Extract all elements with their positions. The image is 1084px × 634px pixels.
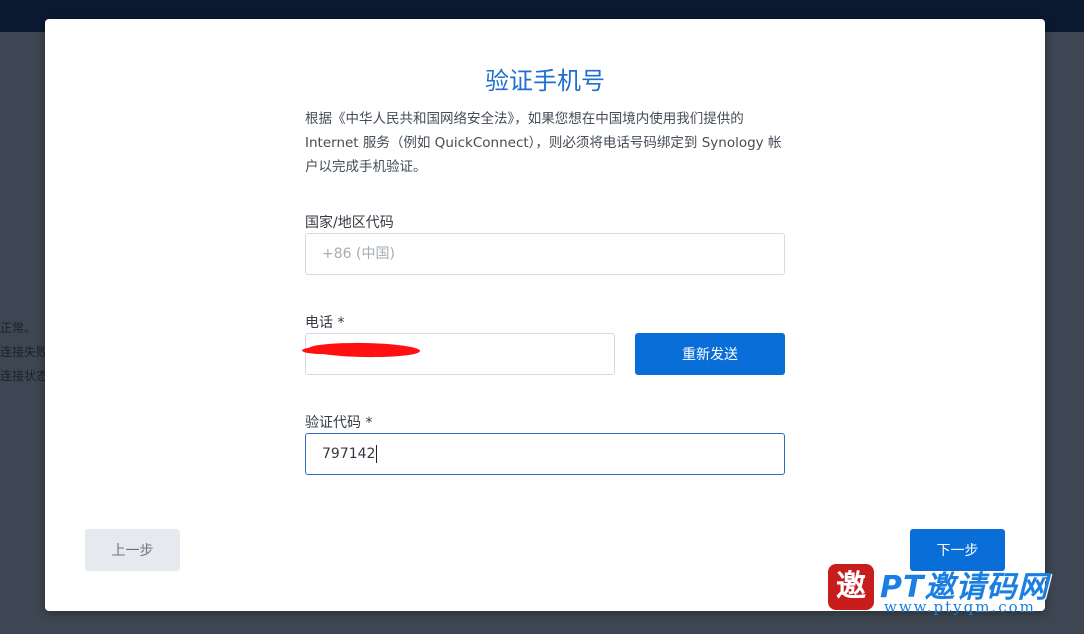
- redaction-mark: [302, 347, 342, 354]
- watermark-seal: 邀: [828, 564, 874, 610]
- watermark-url: www.ptyqm.com: [884, 598, 1036, 616]
- phone-label: 电话 *: [305, 315, 345, 331]
- resend-button[interactable]: 重新发送: [635, 333, 785, 375]
- background-status-text: 正常。: [0, 321, 37, 335]
- watermark-logo: 邀 PT邀请码网 www.ptyqm.com: [828, 562, 1074, 618]
- verification-code-label: 验证代码 *: [305, 415, 373, 431]
- country-code-select[interactable]: +86 (中国): [305, 233, 785, 275]
- back-button[interactable]: 上一步: [85, 529, 180, 571]
- text-caret: [376, 445, 378, 463]
- verify-phone-dialog: 验证手机号 根据《中华人民共和国网络安全法》，如果您想在中国境内使用我们提供的 …: [45, 19, 1045, 611]
- background-status-text: 连接状态: [0, 369, 45, 383]
- verification-code-input[interactable]: 797142: [305, 433, 785, 475]
- verification-code-value: 797142: [322, 446, 376, 462]
- dialog-title: 验证手机号: [485, 67, 605, 95]
- dialog-description: 根据《中华人民共和国网络安全法》，如果您想在中国境内使用我们提供的 Intern…: [305, 111, 782, 175]
- background-status-text: 连接失败: [0, 345, 45, 359]
- country-code-label: 国家/地区代码: [305, 215, 394, 231]
- phone-input[interactable]: [302, 333, 615, 375]
